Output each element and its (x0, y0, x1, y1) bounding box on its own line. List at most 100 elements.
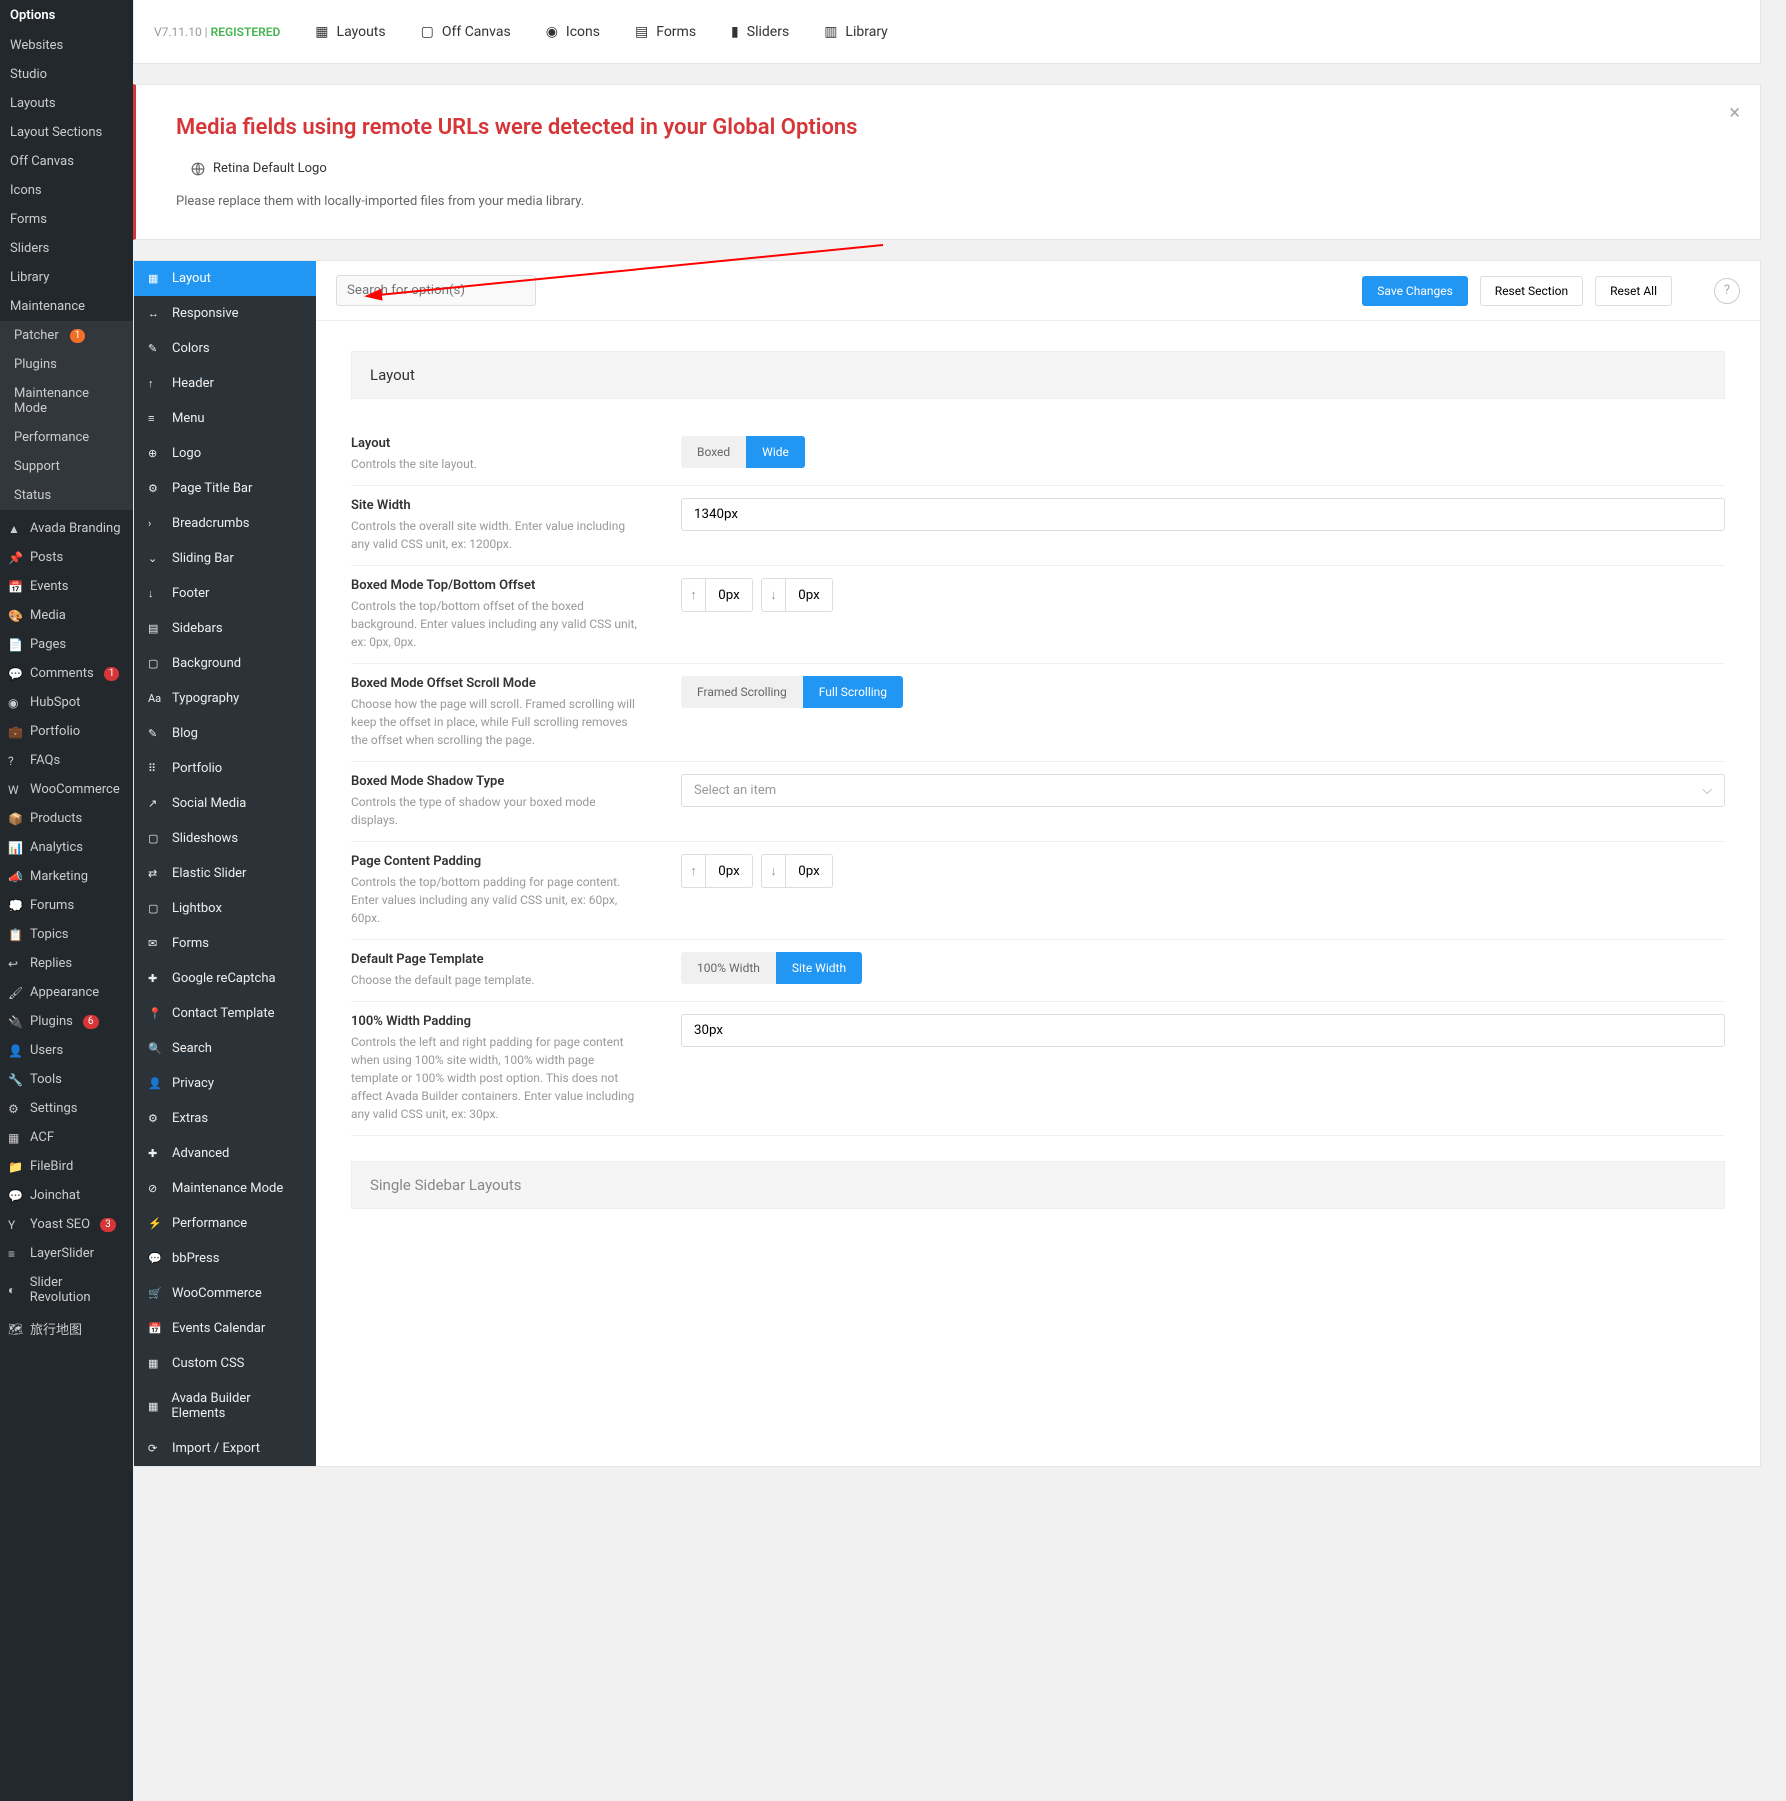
sidebar-section-hubspot[interactable]: ◉HubSpot (0, 688, 133, 717)
sidebar-section-slider-revolution[interactable]: ◐Slider Revolution (0, 1268, 133, 1312)
sidebar-section-media[interactable]: 🎨Media (0, 601, 133, 630)
toggle-option-100[interactable]: 100% Width (681, 952, 776, 984)
sidebar-section-pages[interactable]: 📄Pages (0, 630, 133, 659)
toggle-option-full[interactable]: Full Scrolling (803, 676, 903, 708)
tab-forms[interactable]: ▤Forms (635, 24, 696, 40)
sidebar-section-comments[interactable]: 💬Comments1 (0, 659, 133, 688)
sidebar-section-avada-branding[interactable]: ▲Avada Branding (0, 514, 133, 543)
sidebar-subitem[interactable]: Maintenance Mode (0, 379, 133, 423)
options-nav-google-recaptcha[interactable]: ✚Google reCaptcha (134, 961, 316, 996)
sidebar-subitem[interactable]: Plugins (0, 350, 133, 379)
sidebar-section-analytics[interactable]: 📊Analytics (0, 833, 133, 862)
tab-layouts[interactable]: ▦Layouts (315, 24, 385, 40)
options-nav-footer[interactable]: ↓Footer (134, 576, 316, 611)
sidebar-section-tools[interactable]: 🔧Tools (0, 1065, 133, 1094)
options-nav-events-calendar[interactable]: 📅Events Calendar (134, 1311, 316, 1346)
options-nav-custom-css[interactable]: ▦Custom CSS (134, 1346, 316, 1381)
options-nav-slideshows[interactable]: ▢Slideshows (134, 821, 316, 856)
site-width-input[interactable] (681, 498, 1725, 531)
sidebar-item-icons[interactable]: Icons (0, 176, 133, 205)
sidebar-section-filebird[interactable]: 📁FileBird (0, 1152, 133, 1181)
tab-icons[interactable]: ◉Icons (546, 24, 600, 40)
options-nav-header[interactable]: ↑Header (134, 366, 316, 401)
options-nav-lightbox[interactable]: ▢Lightbox (134, 891, 316, 926)
options-nav-typography[interactable]: AaTypography (134, 681, 316, 716)
sidebar-subitem[interactable]: Support (0, 452, 133, 481)
tab-off-canvas[interactable]: ▢Off Canvas (421, 24, 511, 40)
options-nav-maintenance-mode[interactable]: ⊘Maintenance Mode (134, 1171, 316, 1206)
toggle-option-framed[interactable]: Framed Scrolling (681, 676, 803, 708)
sidebar-section-forums[interactable]: 💭Forums (0, 891, 133, 920)
sidebar-section-acf[interactable]: ▦ACF (0, 1123, 133, 1152)
options-nav-advanced[interactable]: ✚Advanced (134, 1136, 316, 1171)
toggle-option-wide[interactable]: Wide (746, 436, 805, 468)
scroll-mode-toggle[interactable]: Framed Scrolling Full Scrolling (681, 676, 903, 708)
sidebar-item-sliders[interactable]: Sliders (0, 234, 133, 263)
layout-toggle[interactable]: Boxed Wide (681, 436, 805, 468)
template-toggle[interactable]: 100% Width Site Width (681, 952, 862, 984)
options-nav-sidebars[interactable]: ▤Sidebars (134, 611, 316, 646)
options-nav-layout[interactable]: ▦Layout (134, 261, 316, 296)
options-nav-colors[interactable]: ✎Colors (134, 331, 316, 366)
sidebar-section-marketing[interactable]: 📣Marketing (0, 862, 133, 891)
options-nav-contact-template[interactable]: 📍Contact Template (134, 996, 316, 1031)
sidebar-item-library[interactable]: Library (0, 263, 133, 292)
sidebar-section-topics[interactable]: 📋Topics (0, 920, 133, 949)
options-nav-responsive[interactable]: ↔Responsive (134, 296, 316, 331)
options-nav-avada-builder-elements[interactable]: ▦Avada Builder Elements (134, 1381, 316, 1431)
toggle-option-site[interactable]: Site Width (776, 952, 862, 984)
reset-all-button[interactable]: Reset All (1595, 276, 1672, 306)
save-changes-button[interactable]: Save Changes (1362, 276, 1468, 306)
options-nav-social-media[interactable]: ↗Social Media (134, 786, 316, 821)
help-icon[interactable]: ? (1714, 278, 1740, 304)
options-nav-import-/-export[interactable]: ⟳Import / Export (134, 1431, 316, 1466)
options-nav-page-title-bar[interactable]: ⚙Page Title Bar (134, 471, 316, 506)
padding-top-value[interactable] (706, 856, 752, 887)
options-nav-logo[interactable]: ⊕Logo (134, 436, 316, 471)
padding-bottom-value[interactable] (786, 856, 832, 887)
toggle-option-boxed[interactable]: Boxed (681, 436, 746, 468)
offset-top-value[interactable] (706, 580, 752, 611)
options-nav-performance[interactable]: ⚡Performance (134, 1206, 316, 1241)
sidebar-item-off-canvas[interactable]: Off Canvas (0, 147, 133, 176)
sidebar-subitem[interactable]: Patcher1 (0, 321, 133, 350)
sidebar-section-settings[interactable]: ⚙Settings (0, 1094, 133, 1123)
sidebar-section-events[interactable]: 📅Events (0, 572, 133, 601)
reset-section-button[interactable]: Reset Section (1480, 276, 1583, 306)
sidebar-section-appearance[interactable]: 🖌Appearance (0, 978, 133, 1007)
options-nav-blog[interactable]: ✎Blog (134, 716, 316, 751)
sidebar-section-posts[interactable]: 📌Posts (0, 543, 133, 572)
options-nav-portfolio[interactable]: ⠿Portfolio (134, 751, 316, 786)
options-nav-privacy[interactable]: 👤Privacy (134, 1066, 316, 1101)
options-nav-menu[interactable]: ≡Menu (134, 401, 316, 436)
sidebar-section-joinchat[interactable]: 💬Joinchat (0, 1181, 133, 1210)
tab-sliders[interactable]: ▮Sliders (731, 24, 789, 40)
tab-library[interactable]: ▥Library (824, 24, 888, 40)
offset-top-input[interactable]: ↑ (681, 578, 753, 612)
sidebar-item-forms[interactable]: Forms (0, 205, 133, 234)
sidebar-item-layout-sections[interactable]: Layout Sections (0, 118, 133, 147)
search-input[interactable] (336, 275, 536, 306)
sidebar-section-replies[interactable]: ↩Replies (0, 949, 133, 978)
options-nav-breadcrumbs[interactable]: ›Breadcrumbs (134, 506, 316, 541)
offset-bottom-input[interactable]: ↓ (761, 578, 833, 612)
options-nav-woocommerce[interactable]: 🛒WooCommerce (134, 1276, 316, 1311)
width-padding-input[interactable] (681, 1014, 1725, 1047)
sidebar-section-portfolio[interactable]: 💼Portfolio (0, 717, 133, 746)
offset-bottom-value[interactable] (786, 580, 832, 611)
options-nav-search[interactable]: 🔍Search (134, 1031, 316, 1066)
sidebar-item-websites[interactable]: Websites (0, 31, 133, 60)
padding-top-input[interactable]: ↑ (681, 854, 753, 888)
sidebar-item-layouts[interactable]: Layouts (0, 89, 133, 118)
sidebar-section-yoast-seo[interactable]: YYoast SEO3 (0, 1210, 133, 1239)
shadow-select[interactable]: Select an item ⌵ (681, 774, 1725, 807)
options-nav-elastic-slider[interactable]: ⇄Elastic Slider (134, 856, 316, 891)
sidebar-section-users[interactable]: 👤Users (0, 1036, 133, 1065)
sidebar-section-旅行地图[interactable]: 🗺旅行地图 (0, 1312, 133, 1345)
sidebar-subitem[interactable]: Performance (0, 423, 133, 452)
sidebar-section-products[interactable]: 📦Products (0, 804, 133, 833)
sidebar-item-studio[interactable]: Studio (0, 60, 133, 89)
options-nav-background[interactable]: ▢Background (134, 646, 316, 681)
options-nav-extras[interactable]: ⚙Extras (134, 1101, 316, 1136)
sidebar-section-plugins[interactable]: 🔌Plugins6 (0, 1007, 133, 1036)
